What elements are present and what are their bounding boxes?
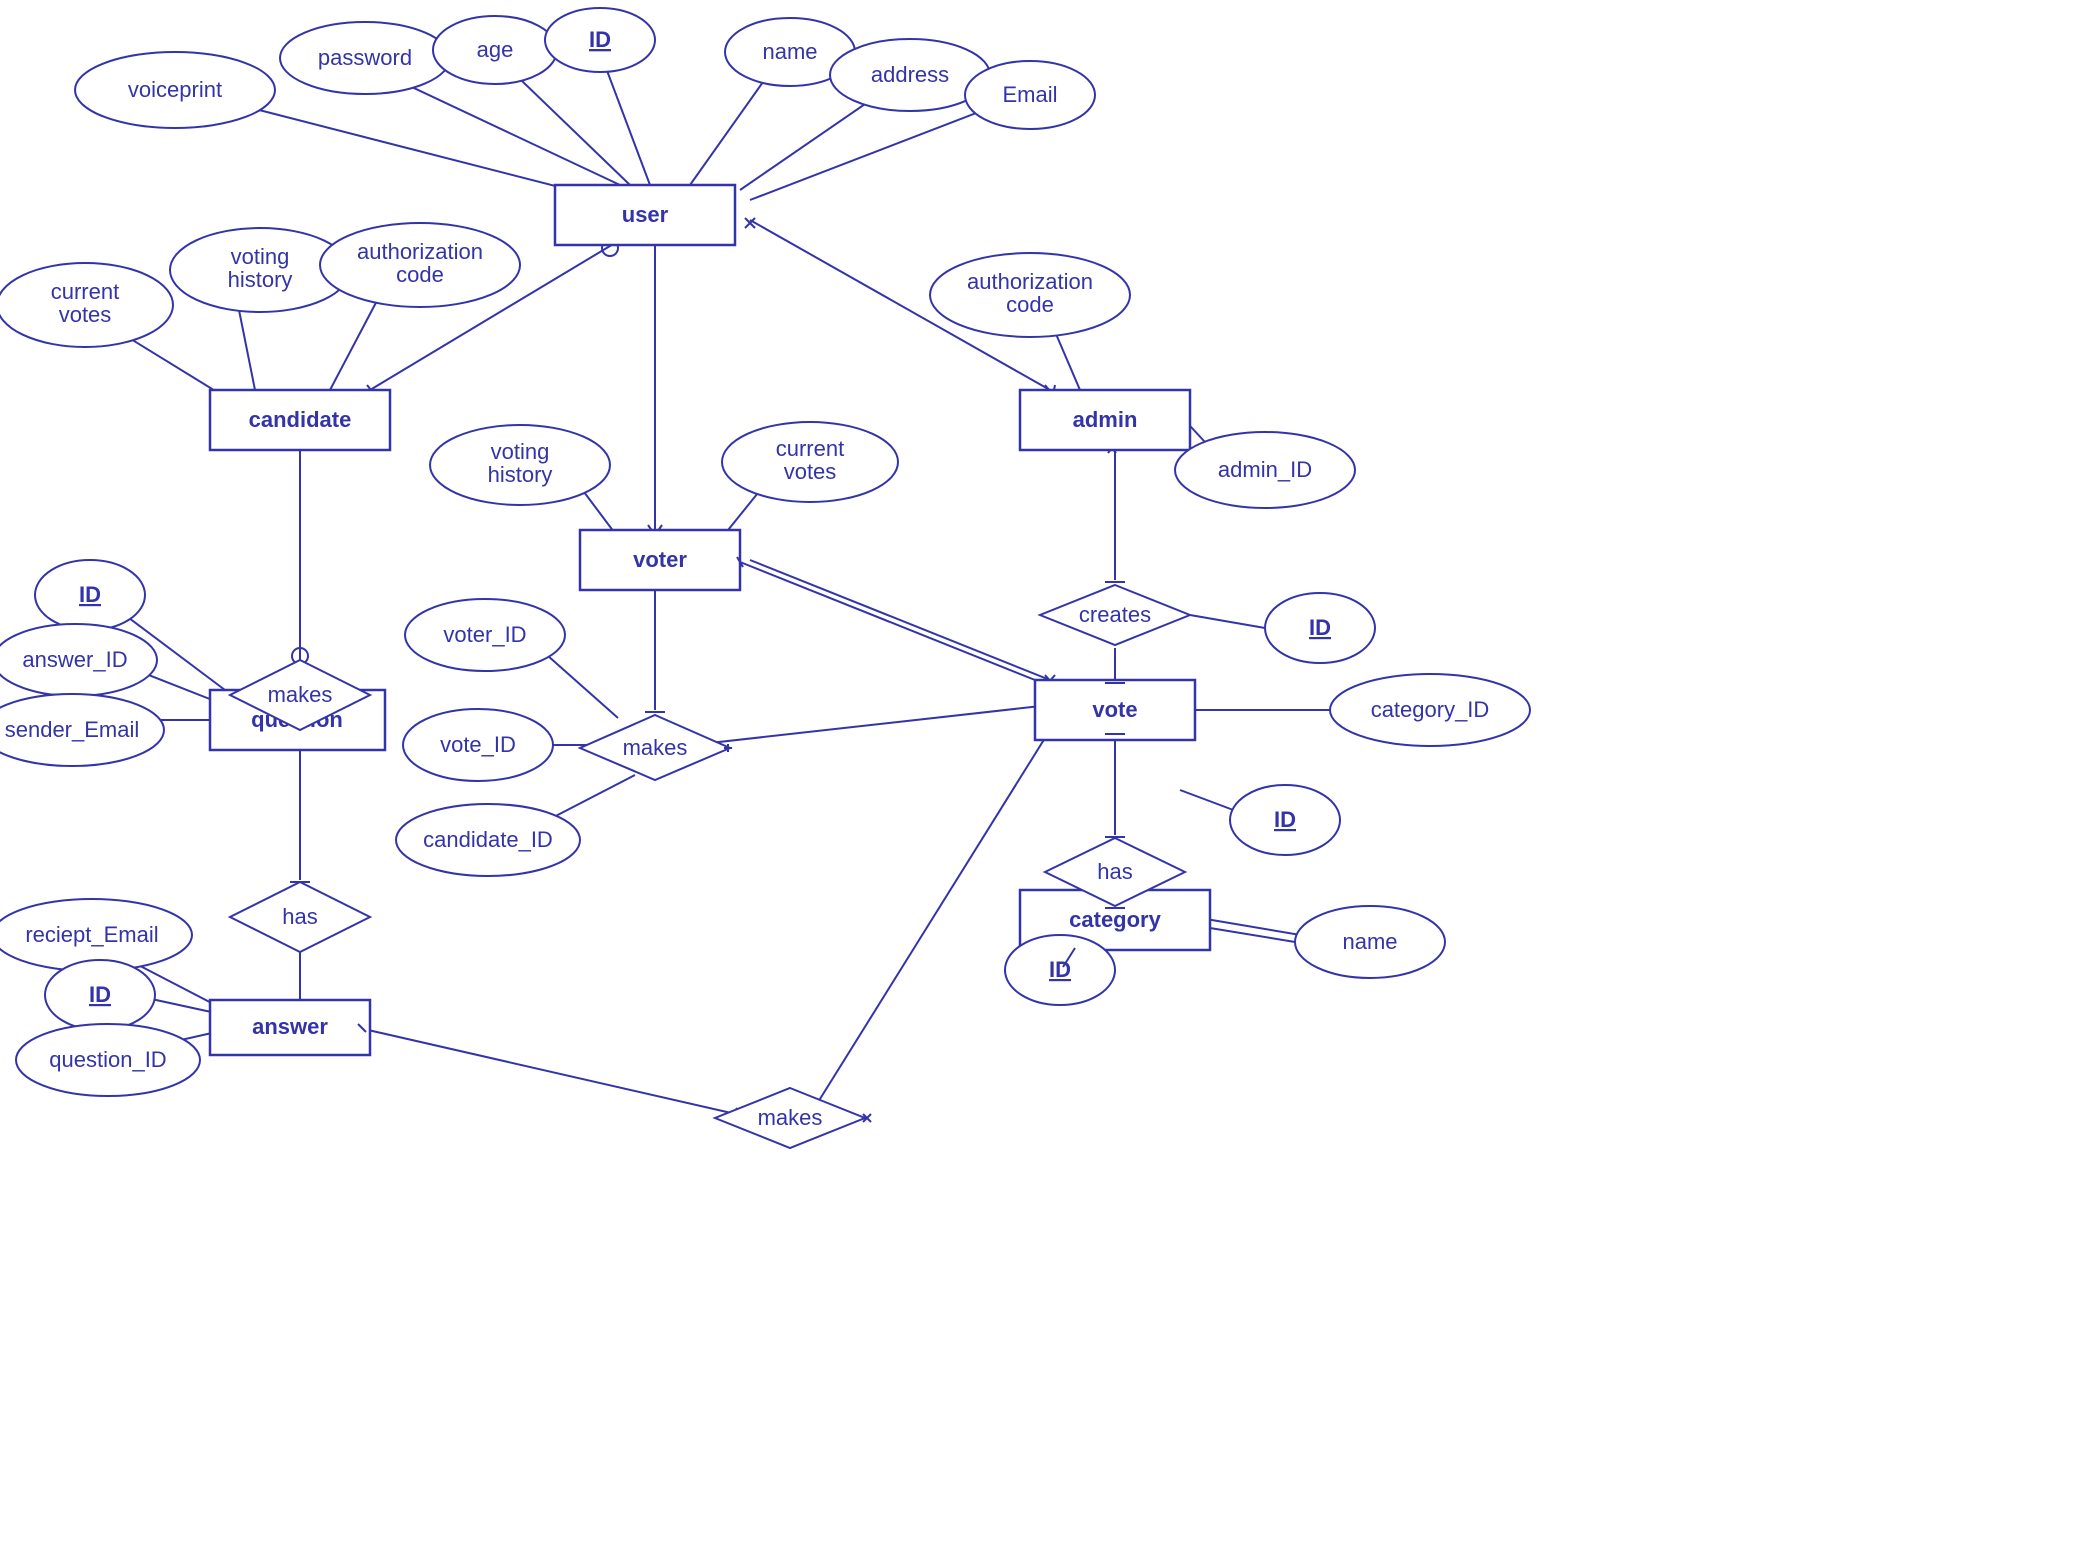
attr-question-id-label: ID: [79, 582, 101, 607]
attr-creates-id-label: ID: [1309, 615, 1331, 640]
entity-voter-label: voter: [633, 547, 687, 572]
svg-text:votes: votes: [59, 302, 112, 327]
attr-auth-code-cand-label: authorization: [357, 239, 483, 264]
attr-admin-id-label: admin_ID: [1218, 457, 1312, 482]
attr-age-label: age: [477, 37, 514, 62]
rel-makes-center-label: makes: [623, 735, 688, 760]
attr-current-votes-cand-label: current: [51, 279, 119, 304]
attr-voiceprint-label: voiceprint: [128, 77, 222, 102]
rel-creates-label: creates: [1079, 602, 1151, 627]
attr-question-id2-label: question_ID: [49, 1047, 166, 1072]
attr-vote-id-label: vote_ID: [440, 732, 516, 757]
rel-makes-left-label: makes: [268, 682, 333, 707]
entity-category-label: category: [1069, 907, 1161, 932]
attr-reciept-email-label: reciept_Email: [25, 922, 158, 947]
attr-category-id-label: category_ID: [1371, 697, 1490, 722]
attr-category-name-label: name: [1342, 929, 1397, 954]
rel-makes-bottom-label: makes: [758, 1105, 823, 1130]
attr-email-label: Email: [1002, 82, 1057, 107]
attr-candidate-id-label: candidate_ID: [423, 827, 553, 852]
attr-voting-history-voter-label: voting: [491, 439, 550, 464]
attr-user-id-label: ID: [589, 27, 611, 52]
svg-text:history: history: [488, 462, 553, 487]
svg-text:code: code: [1006, 292, 1054, 317]
svg-text:votes: votes: [784, 459, 837, 484]
svg-text:code: code: [396, 262, 444, 287]
attr-answer-id-label: answer_ID: [22, 647, 127, 672]
attr-current-votes-voter-label: current: [776, 436, 844, 461]
attr-voter-id-label: voter_ID: [443, 622, 526, 647]
svg-text:history: history: [228, 267, 293, 292]
entity-user-label: user: [622, 202, 669, 227]
entity-admin-label: admin: [1073, 407, 1138, 432]
rel-has-right-label: has: [1097, 859, 1132, 884]
entity-answer-label: answer: [252, 1014, 328, 1039]
rel-has-left-label: has: [282, 904, 317, 929]
attr-password-label: password: [318, 45, 412, 70]
attr-sender-email-label: sender_Email: [5, 717, 140, 742]
entity-candidate-label: candidate: [249, 407, 352, 432]
attr-vote-id2-label: ID: [1274, 807, 1296, 832]
attr-voting-history-cand-label: voting: [231, 244, 290, 269]
attr-address-label: address: [871, 62, 949, 87]
er-diagram: user candidate voter admin question answ…: [0, 0, 2090, 1566]
attr-auth-code-admin-label: authorization: [967, 269, 1093, 294]
attr-answer-id2-label: ID: [89, 982, 111, 1007]
attr-name-label: name: [762, 39, 817, 64]
entity-vote-label: vote: [1092, 697, 1137, 722]
